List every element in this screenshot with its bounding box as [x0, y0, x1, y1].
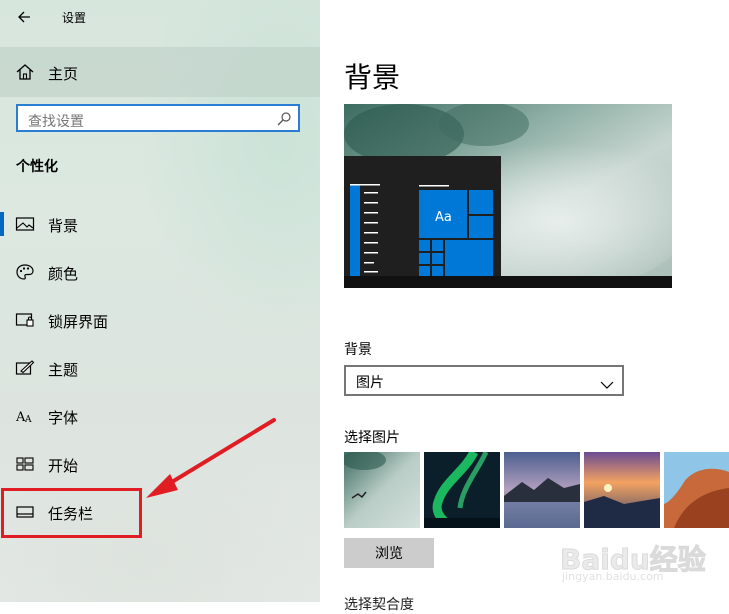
- section-heading: 个性化: [16, 159, 58, 175]
- home-label: 主页: [48, 65, 79, 83]
- font-icon: AA: [15, 407, 35, 425]
- watermark-url: jingyan.baidu.com: [562, 570, 664, 583]
- picture-thumbnail-sunset-beach[interactable]: [584, 452, 660, 528]
- main-content: 背景 Aa 背景 图片 选择图片 浏览 选择契合度 Baidu经验 jingya…: [320, 0, 729, 613]
- sidebar-item-label: 颜色: [48, 265, 79, 283]
- background-preview: Aa: [344, 104, 672, 288]
- search-input[interactable]: 查找设置: [16, 104, 300, 132]
- theme-brush-icon: [15, 359, 35, 377]
- sidebar-item-label: 背景: [48, 217, 79, 235]
- sidebar-item-label: 字体: [48, 409, 79, 427]
- palette-icon: [15, 263, 35, 281]
- page-title: 背景: [344, 61, 401, 94]
- lock-screen-icon: [15, 311, 35, 329]
- background-type-label: 背景: [344, 342, 372, 358]
- sidebar-item-background[interactable]: 背景: [0, 202, 320, 246]
- choose-picture-label: 选择图片: [344, 430, 400, 446]
- sidebar-item-label: 锁屏界面: [48, 313, 109, 331]
- next-section-label: 选择契合度: [344, 597, 414, 613]
- search-icon[interactable]: [276, 111, 292, 127]
- browse-button[interactable]: 浏览: [344, 538, 434, 568]
- sidebar-item-themes[interactable]: 主题: [0, 346, 320, 390]
- preview-tile-text: Aa: [435, 210, 452, 225]
- background-type-dropdown[interactable]: 图片: [344, 365, 624, 396]
- sidebar-item-colors[interactable]: 颜色: [0, 250, 320, 294]
- home-icon: [15, 63, 35, 81]
- search-placeholder: 查找设置: [28, 114, 84, 130]
- svg-text:A: A: [24, 415, 32, 425]
- sidebar-item-label: 主题: [48, 361, 79, 379]
- annotation-arrow-icon: [146, 418, 276, 498]
- window-title: 设置: [62, 11, 87, 25]
- sidebar-item-lock-screen[interactable]: 锁屏界面: [0, 298, 320, 342]
- back-arrow-icon[interactable]: [14, 6, 36, 28]
- background-type-value: 图片: [356, 375, 384, 391]
- watermark: Baidu经验 jingyan.baidu.com: [560, 538, 726, 588]
- picture-icon: [15, 215, 35, 233]
- picture-thumbnail-mountain[interactable]: [504, 452, 580, 528]
- sidebar-home[interactable]: 主页: [0, 47, 320, 97]
- picture-thumbnail-waterfall[interactable]: [344, 452, 420, 528]
- picture-thumbnail-canyon[interactable]: [664, 452, 729, 528]
- sidebar-item-label: 开始: [48, 457, 79, 475]
- annotation-highlight-box: [1, 488, 142, 538]
- start-tiles-icon: [15, 455, 35, 473]
- picture-thumbnail-aurora[interactable]: [424, 452, 500, 528]
- chevron-down-icon: [600, 375, 614, 389]
